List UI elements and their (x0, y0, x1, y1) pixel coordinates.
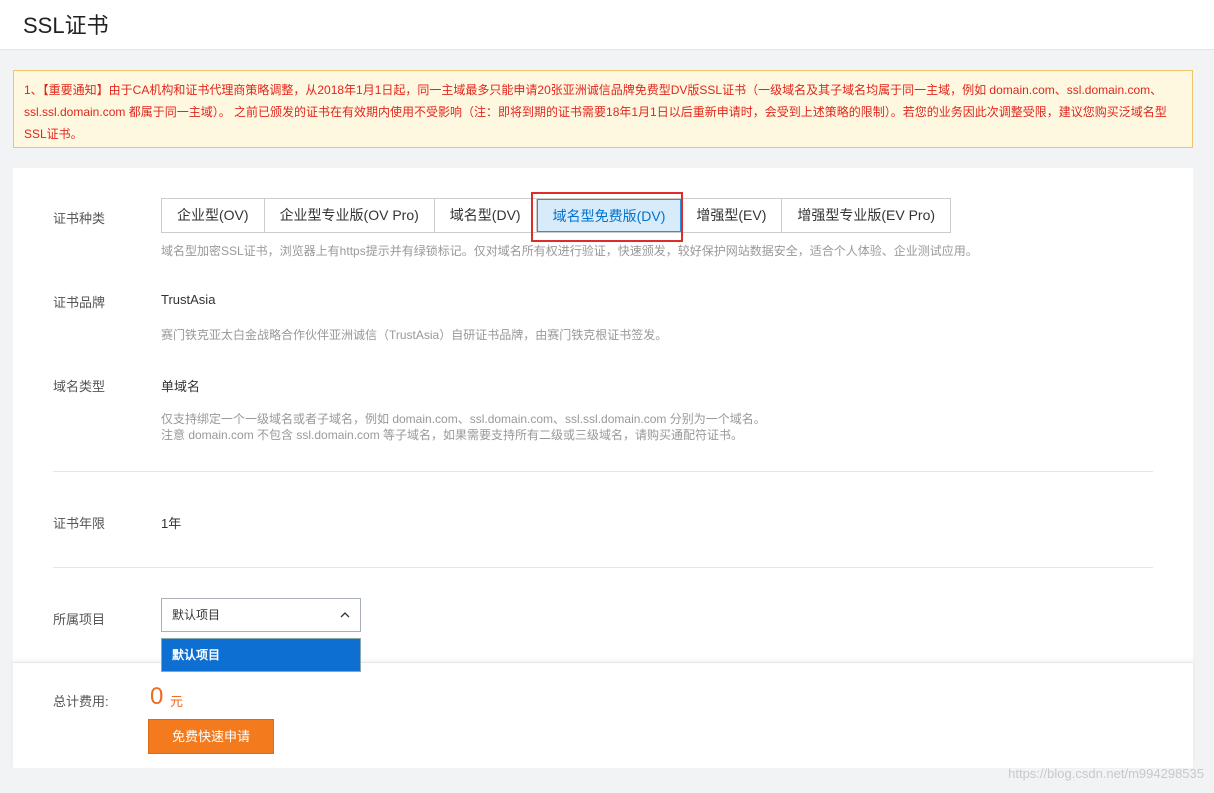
project-option-default[interactable]: 默认项目 (161, 638, 361, 672)
page-title: SSL证书 (23, 13, 109, 38)
watermark: https://blog.csdn.net/m994298535 (1008, 766, 1204, 781)
form-panel: 证书种类 企业型(OV) 企业型专业版(OV Pro) 域名型(DV) 域名型免… (13, 168, 1193, 662)
top-bar: SSL证书 (0, 0, 1214, 50)
cert-type-tabs: 企业型(OV) 企业型专业版(OV Pro) 域名型(DV) 域名型免费版(DV… (161, 198, 952, 233)
tab-ov[interactable]: 企业型(OV) (162, 199, 265, 232)
tab-dv[interactable]: 域名型(DV) (434, 199, 537, 232)
project-select[interactable]: 默认项目 (161, 598, 361, 632)
total-label: 总计费用: (53, 694, 109, 709)
cert-type-desc: 域名型加密SSL证书，浏览器上有https提示并有绿锁标记。仅对域名所有权进行验… (161, 244, 978, 258)
tab-dv-free[interactable]: 域名型免费版(DV) (536, 199, 682, 232)
divider (53, 471, 1153, 472)
notice-banner: 1、【重要通知】由于CA机构和证书代理商策略调整，从2018年1月1日起，同一主… (13, 70, 1193, 148)
tab-ev[interactable]: 增强型(EV) (681, 199, 783, 232)
domain-type-desc-1: 仅支持绑定一个一级域名或者子域名，例如 domain.com、ssl.domai… (161, 412, 766, 426)
domain-type-label: 域名类型 (53, 379, 106, 394)
project-selected-value: 默认项目 (172, 608, 221, 622)
cert-type-label: 证书种类 (53, 211, 106, 226)
tab-ov-pro[interactable]: 企业型专业版(OV Pro) (264, 199, 435, 232)
divider (53, 567, 1153, 568)
project-label: 所属项目 (53, 612, 106, 627)
chevron-up-icon (340, 612, 350, 618)
years-value: 1年 (161, 516, 182, 531)
total-amount: 0 (150, 683, 164, 710)
tab-ev-pro[interactable]: 增强型专业版(EV Pro) (782, 199, 951, 232)
brand-desc: 赛门铁克亚太白金战略合作伙伴亚洲诚信（TrustAsia）自研证书品牌，由赛门铁… (161, 328, 668, 342)
currency-unit: 元 (170, 694, 184, 709)
years-label: 证书年限 (53, 516, 106, 531)
footer-bar: 总计费用: 0 元 免费快速申请 (13, 662, 1193, 768)
domain-type-value: 单域名 (161, 379, 201, 394)
brand-label: 证书品牌 (53, 295, 106, 310)
notice-text: 1、【重要通知】由于CA机构和证书代理商策略调整，从2018年1月1日起，同一主… (24, 83, 1167, 141)
domain-type-desc-2: 注意 domain.com 不包含 ssl.domain.com 等子域名，如果… (161, 428, 744, 442)
brand-value: TrustAsia (161, 292, 216, 307)
apply-button[interactable]: 免费快速申请 (148, 719, 274, 754)
